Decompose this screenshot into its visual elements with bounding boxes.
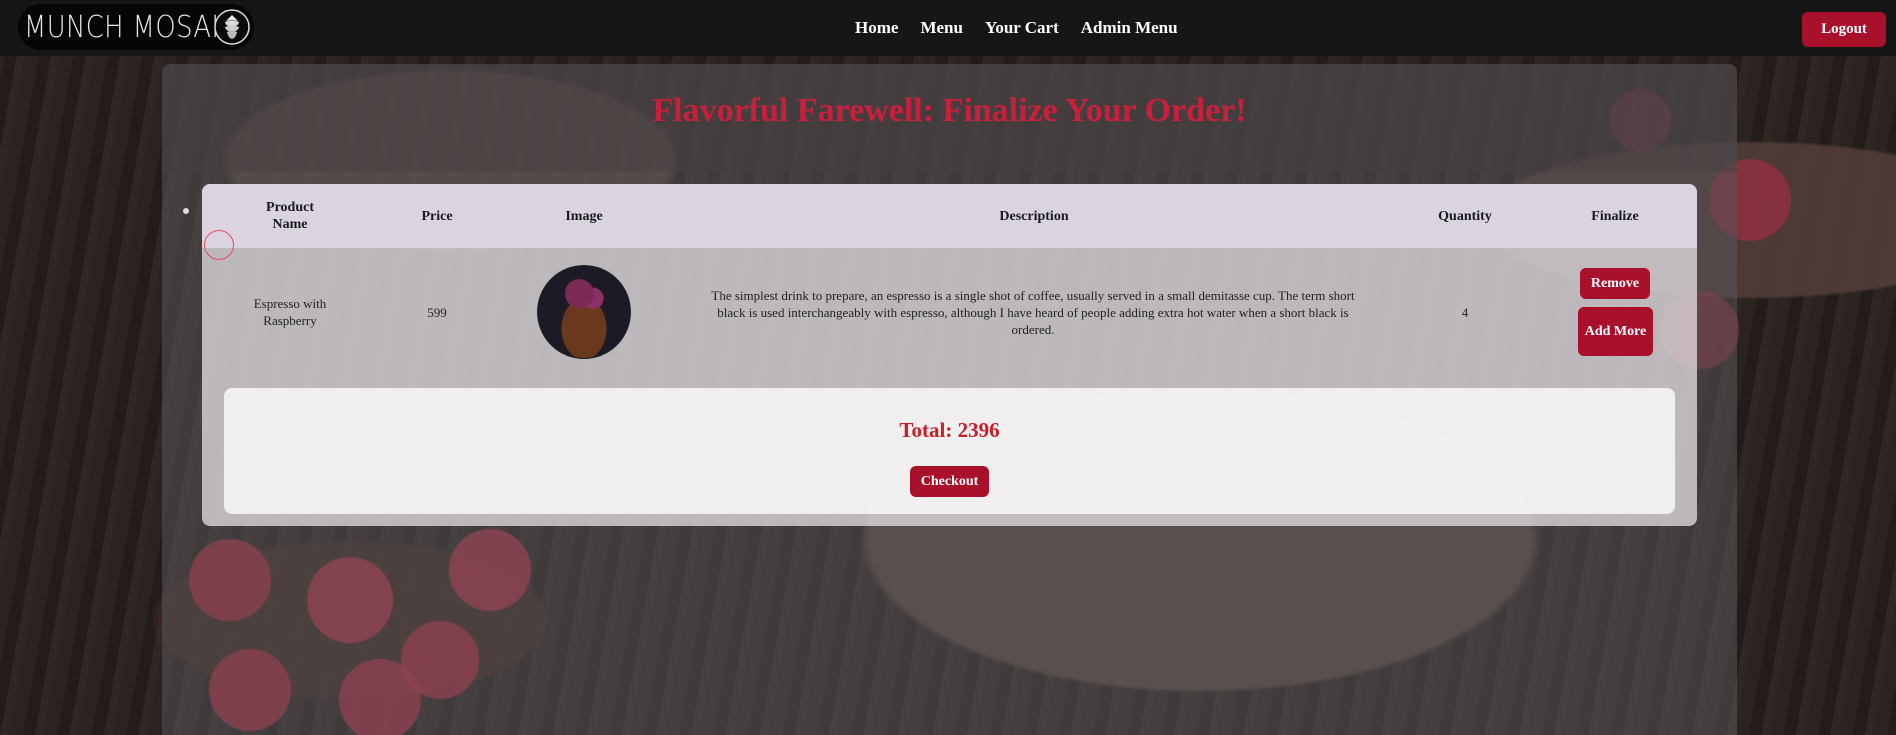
- cart-row-price: 599: [427, 304, 447, 320]
- cart-row-image-cell: [537, 250, 631, 374]
- column-header-product-name: Product Name: [266, 200, 314, 232]
- list-bullet: [183, 208, 189, 214]
- remove-button[interactable]: Remove: [1580, 268, 1650, 299]
- cart-row-description: The simplest drink to prepare, an espres…: [711, 287, 1355, 337]
- add-more-button[interactable]: Add More: [1578, 307, 1653, 356]
- cart-row-quantity: 4: [1461, 304, 1469, 320]
- logout-button[interactable]: Logout: [1802, 12, 1886, 47]
- nav-home[interactable]: Home: [855, 18, 898, 38]
- page-title: Flavorful Farewell: Finalize Your Order!: [652, 92, 1247, 129]
- brand-logo[interactable]: MUNCH MOSAIC: [18, 4, 254, 50]
- column-header-description: Description: [999, 208, 1069, 224]
- column-header-finalize: Finalize: [1591, 208, 1639, 224]
- brand-name: MUNCH MOSAIC: [24, 9, 238, 45]
- espresso-dessert-image: [537, 265, 631, 359]
- nav-admin-menu[interactable]: Admin Menu: [1081, 18, 1178, 38]
- column-header-image: Image: [565, 208, 603, 224]
- column-header-quantity: Quantity: [1438, 208, 1492, 224]
- hop-cone-icon: [214, 9, 250, 45]
- navbar: MUNCH MOSAIC Home Menu Your Cart Admin M…: [0, 0, 1896, 56]
- column-header-price: Price: [421, 208, 453, 224]
- order-total: Total: 2396: [899, 418, 1000, 442]
- cursor-indicator: [204, 230, 234, 260]
- cart-row-product-name: Espresso with Raspberry: [253, 296, 327, 328]
- nav-menu[interactable]: Menu: [920, 18, 963, 38]
- nav-your-cart[interactable]: Your Cart: [985, 18, 1059, 38]
- nav-links: Home Menu Your Cart Admin Menu: [855, 0, 1178, 56]
- checkout-button[interactable]: Checkout: [910, 466, 989, 497]
